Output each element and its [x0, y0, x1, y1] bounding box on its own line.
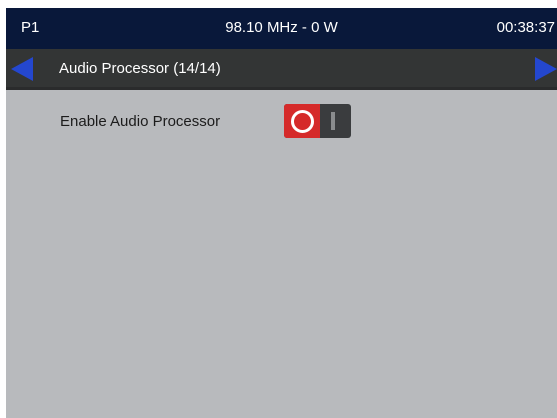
arrow-right-icon[interactable]	[535, 57, 557, 81]
menu-nav-bar: Audio Processor (14/14)	[6, 49, 557, 90]
off-symbol-icon	[291, 110, 314, 133]
arrow-left-icon[interactable]	[11, 57, 33, 81]
status-bar: P1 98.10 MHz - 0 W 00:38:37	[6, 8, 557, 49]
frequency-power-readout: 98.10 MHz - 0 W	[225, 19, 338, 36]
on-symbol-icon	[331, 112, 335, 130]
setting-label: Enable Audio Processor	[60, 113, 221, 130]
toggle-off-segment	[284, 104, 320, 138]
device-screen: P1 98.10 MHz - 0 W 00:38:37 Audio Proces…	[6, 8, 557, 418]
clock: 00:38:37	[496, 19, 555, 36]
page-title: Audio Processor (14/14)	[59, 60, 221, 77]
enable-audio-processor-toggle[interactable]	[284, 104, 351, 138]
setting-row-enable-audio-processor: Enable Audio Processor	[6, 101, 557, 141]
